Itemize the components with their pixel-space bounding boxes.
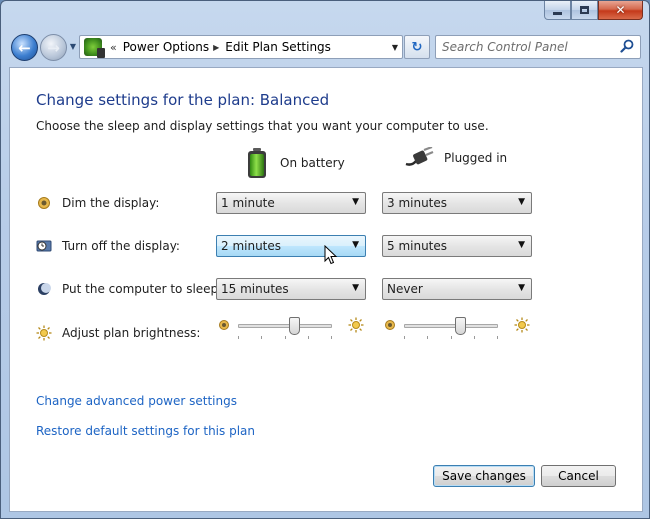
display-off-plugged-select[interactable]: 5 minutes ▼ xyxy=(382,235,532,257)
breadcrumb-power-options[interactable]: Power Options xyxy=(123,40,209,54)
window: ✕ ← → ▼ « Power Options ▶ Edit Plan Sett… xyxy=(0,0,650,519)
cancel-button[interactable]: Cancel xyxy=(541,465,616,487)
sleep-plugged-select[interactable]: Never ▼ xyxy=(382,278,532,300)
row-brightness: Adjust plan brightness: xyxy=(36,325,200,341)
sleep-battery-select[interactable]: 15 minutes ▼ xyxy=(216,278,366,300)
column-header-battery: On battery xyxy=(246,147,345,179)
recent-pages-dropdown[interactable]: ▼ xyxy=(68,43,78,51)
dim-display-icon xyxy=(36,195,52,211)
back-arrow-icon: ← xyxy=(18,38,31,57)
search-box[interactable] xyxy=(435,35,641,59)
back-button[interactable]: ← xyxy=(11,34,38,61)
forward-button[interactable]: → xyxy=(40,34,67,61)
forward-arrow-icon: → xyxy=(47,38,60,57)
slider-thumb[interactable] xyxy=(289,317,301,335)
chevron-down-icon: ▼ xyxy=(352,283,359,293)
power-plug-icon xyxy=(405,147,434,166)
page-title: Change settings for the plan: Balanced xyxy=(36,91,330,109)
display-off-icon xyxy=(36,238,52,254)
display-off-battery-select[interactable]: 2 minutes ▼ xyxy=(216,235,366,257)
close-button[interactable]: ✕ xyxy=(598,1,643,20)
page-subtitle: Choose the sleep and display settings th… xyxy=(36,119,489,133)
slider-ticks xyxy=(404,336,498,340)
select-value: 3 minutes xyxy=(387,196,448,210)
address-dropdown-icon[interactable]: ▼ xyxy=(392,43,398,52)
minimize-icon xyxy=(553,11,562,15)
battery-icon xyxy=(248,148,266,178)
row-dim-display: Dim the display: xyxy=(36,195,159,211)
chevron-down-icon: ▼ xyxy=(69,42,77,51)
select-value: Never xyxy=(387,282,423,296)
sleep-label: Put the computer to sleep: xyxy=(62,282,223,296)
row-sleep: Put the computer to sleep: xyxy=(36,281,222,297)
slider-track[interactable] xyxy=(404,324,498,328)
column-header-plugged: Plugged in xyxy=(404,147,507,169)
minimize-button[interactable] xyxy=(544,1,571,20)
mouse-cursor-icon xyxy=(324,245,338,265)
select-value: 1 minute xyxy=(221,196,275,210)
plugged-in-label: Plugged in xyxy=(444,151,508,165)
dim-display-plugged-select[interactable]: 3 minutes ▼ xyxy=(382,192,532,214)
display-off-label: Turn off the display: xyxy=(62,239,180,253)
content-pane: Change settings for the plan: Balanced C… xyxy=(9,67,643,512)
chevron-down-icon: ▼ xyxy=(352,240,359,250)
chevron-down-icon: ▼ xyxy=(352,197,359,207)
breadcrumb-edit-plan-settings[interactable]: Edit Plan Settings xyxy=(225,40,331,54)
brightness-battery-slider[interactable] xyxy=(216,314,364,344)
power-options-icon xyxy=(84,38,105,58)
select-value: 2 minutes xyxy=(221,239,282,253)
slider-ticks xyxy=(238,336,332,340)
chevron-down-icon: ▼ xyxy=(518,197,525,207)
caption-buttons: ✕ xyxy=(544,1,643,20)
bright-brightness-icon xyxy=(514,317,530,333)
chevron-down-icon: ▼ xyxy=(518,283,525,293)
dim-brightness-icon xyxy=(385,320,395,330)
maximize-icon xyxy=(580,6,589,14)
brightness-icon xyxy=(36,325,52,341)
dim-display-battery-select[interactable]: 1 minute ▼ xyxy=(216,192,366,214)
select-value: 15 minutes xyxy=(221,282,289,296)
sleep-icon xyxy=(36,281,52,297)
row-display-off: Turn off the display: xyxy=(36,238,180,254)
search-icon[interactable] xyxy=(620,39,634,53)
save-changes-button[interactable]: Save changes xyxy=(433,465,535,487)
close-icon: ✕ xyxy=(615,3,626,17)
refresh-icon: ↻ xyxy=(411,39,423,55)
slider-thumb[interactable] xyxy=(455,317,467,335)
bright-brightness-icon xyxy=(348,317,364,333)
advanced-power-settings-link[interactable]: Change advanced power settings xyxy=(36,394,237,408)
refresh-button[interactable]: ↻ xyxy=(404,35,430,59)
breadcrumb-separator-icon[interactable]: ▶ xyxy=(213,43,219,52)
address-bar[interactable]: « Power Options ▶ Edit Plan Settings ▼ xyxy=(79,35,403,59)
breadcrumb-overflow[interactable]: « xyxy=(110,41,117,54)
brightness-label: Adjust plan brightness: xyxy=(62,326,201,340)
dim-display-label: Dim the display: xyxy=(62,196,160,210)
slider-track[interactable] xyxy=(238,324,332,328)
on-battery-label: On battery xyxy=(280,156,345,170)
maximize-button[interactable] xyxy=(571,1,598,20)
chevron-down-icon: ▼ xyxy=(518,240,525,250)
dim-brightness-icon xyxy=(219,320,229,330)
select-value: 5 minutes xyxy=(387,239,448,253)
restore-defaults-link[interactable]: Restore default settings for this plan xyxy=(36,424,255,438)
brightness-plugged-slider[interactable] xyxy=(382,314,530,344)
search-input[interactable] xyxy=(442,40,612,54)
